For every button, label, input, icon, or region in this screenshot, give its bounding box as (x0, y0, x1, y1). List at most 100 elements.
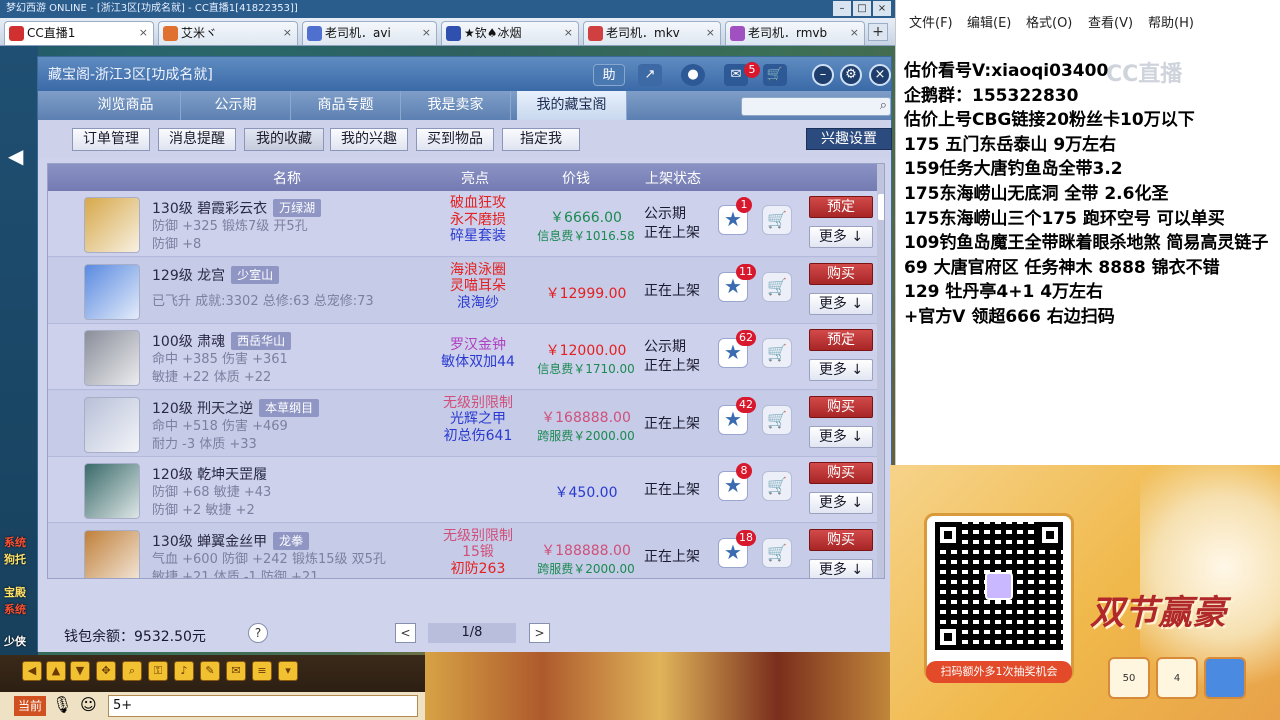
tab-close-icon[interactable]: × (564, 22, 573, 44)
subtab-assigned[interactable]: 指定我 (502, 128, 580, 151)
minimize-icon[interactable]: – (833, 1, 851, 16)
close-icon[interactable]: × (873, 1, 891, 16)
table-row[interactable]: 120级 刑天之逆 本草纲目 命中 +518 伤害 +469 耐力 -3 体质 +33… (48, 390, 877, 457)
notepad-content[interactable]: 估价看号V:xiaoqi03400 企鹅群：155322830 估价上号CBG链接2… (904, 56, 1279, 327)
help-button[interactable]: 助 (593, 64, 625, 86)
tab-avi[interactable]: 老司机．avi × (302, 21, 437, 45)
item-thumbnail[interactable] (84, 463, 140, 519)
tab-topics[interactable]: 商品专题 (291, 91, 401, 120)
menu-help[interactable]: 帮助(H) (1148, 12, 1194, 31)
bell-icon[interactable]: ♪ (174, 661, 194, 681)
table-row[interactable]: 130级 碧霞彩云衣 万绿湖 防御 +325 锻炼7级 开5孔 防御 +8 破血狂攻 永不… (48, 191, 877, 257)
add-to-cart-button[interactable]: 🛒 (762, 271, 792, 302)
promo-item[interactable]: 50 (1108, 657, 1150, 699)
list-icon[interactable]: ≡ (252, 661, 272, 681)
arrow-up-icon[interactable]: ▲ (46, 661, 66, 681)
promo-banner[interactable]: 扫码额外多1次抽奖机会 双节赢豪 50 4 (890, 465, 1280, 720)
help-icon[interactable]: ? (248, 623, 268, 643)
buy-reserve-button[interactable]: 购买 (809, 528, 873, 551)
search-icon[interactable]: ⌕ (880, 98, 887, 113)
item-thumbnail[interactable] (84, 330, 140, 386)
buy-reserve-button[interactable]: 预定 (809, 329, 873, 351)
add-to-cart-button[interactable]: 🛒 (762, 404, 792, 435)
add-to-cart-button[interactable]: 🛒 (762, 338, 792, 368)
item-name[interactable]: 129级 龙宫 少室山 (152, 265, 280, 285)
subtab-interests[interactable]: 我的兴趣 (330, 128, 408, 151)
arrow-left-icon[interactable]: ◀ (22, 661, 42, 681)
table-row[interactable]: 100级 肃魂 西岳华山 命中 +385 伤害 +361 敏捷 +22 体质 +22 罗… (48, 324, 877, 390)
tab-public-period[interactable]: 公示期 (181, 91, 291, 120)
add-to-cart-button[interactable]: 🛒 (762, 205, 792, 235)
tab-ice-smoke[interactable]: ★钦♠冰烟 × (441, 21, 579, 45)
subtab-purchased[interactable]: 买到物品 (416, 128, 494, 151)
more-button[interactable]: 更多 ↓ (809, 359, 873, 381)
dropdown-icon[interactable]: ▾ (278, 661, 298, 681)
left-arrow-icon[interactable]: ◀ (8, 144, 23, 168)
table-row[interactable]: 129级 龙宫 少室山 已飞升 成就:3302 总修:63 总宠修:73 海浪泳圈 灵喵… (48, 257, 877, 324)
favorite-star-button[interactable]: ★ 1 (718, 197, 752, 235)
menu-format[interactable]: 格式(O) (1026, 12, 1072, 31)
promo-item[interactable]: 4 (1156, 657, 1198, 699)
more-button[interactable]: 更多 ↓ (809, 425, 873, 448)
item-thumbnail[interactable] (84, 529, 140, 578)
tab-rmvb[interactable]: 老司机．rmvb × (725, 21, 865, 45)
tab-seller[interactable]: 我是卖家 (401, 91, 511, 120)
interest-settings-button[interactable]: 兴趣设置 (806, 128, 892, 150)
more-button[interactable]: 更多 ↓ (809, 226, 873, 248)
gear-icon[interactable]: ⚙ (840, 64, 862, 86)
phone-prize-icon[interactable] (1204, 657, 1246, 699)
item-thumbnail[interactable] (84, 263, 140, 320)
maximize-icon[interactable]: □ (853, 1, 871, 16)
subtab-favorites[interactable]: 我的收藏 (244, 128, 324, 151)
buy-reserve-button[interactable]: 购买 (809, 462, 873, 484)
subtab-messages[interactable]: 消息提醒 (158, 128, 236, 151)
emoji-icon[interactable]: ☺ (80, 695, 97, 714)
buy-reserve-button[interactable]: 购买 (809, 262, 873, 285)
tab-aimi[interactable]: 艾米ヾ × (158, 21, 298, 45)
search-input[interactable]: ⌕ (741, 97, 891, 116)
favorite-star-button[interactable]: ★ 8 (718, 463, 752, 501)
microphone-icon[interactable]: 🎙 (52, 695, 72, 714)
arrow-down-icon[interactable]: ▼ (70, 661, 90, 681)
item-thumbnail[interactable] (84, 396, 140, 453)
more-button[interactable]: 更多 ↓ (809, 492, 873, 514)
lock-icon[interactable]: ⚿ (148, 661, 168, 681)
tab-close-icon[interactable]: × (283, 22, 292, 44)
chat-bubble-icon[interactable]: ✉ (226, 661, 246, 681)
cart-icon[interactable]: 🛒 (763, 64, 787, 86)
prev-page-button[interactable]: < (395, 623, 416, 643)
subtab-orders[interactable]: 订单管理 (72, 128, 150, 151)
chat-channel-button[interactable]: 当前 (14, 696, 47, 716)
add-to-cart-button[interactable]: 🛒 (762, 537, 792, 568)
more-button[interactable]: 更多 ↓ (809, 558, 873, 578)
tab-close-icon[interactable]: × (850, 22, 859, 44)
minimize-icon[interactable]: – (812, 64, 834, 86)
chat-input[interactable]: 5+ (108, 695, 418, 717)
tab-close-icon[interactable]: × (422, 22, 431, 44)
tab-close-icon[interactable]: × (706, 22, 715, 44)
menu-file[interactable]: 文件(F) (909, 12, 953, 31)
buy-reserve-button[interactable]: 购买 (809, 395, 873, 418)
tab-my-pavilion[interactable]: 我的藏宝阁 (517, 91, 627, 120)
next-page-button[interactable]: > (529, 623, 550, 643)
table-row[interactable]: 120级 乾坤天罡履 防御 +68 敏捷 +43 防御 +2 敏捷 +2 ￥450.0… (48, 457, 877, 523)
tab-browse[interactable]: 浏览商品 (71, 91, 181, 120)
tab-close-icon[interactable]: × (139, 22, 148, 44)
table-row[interactable]: 130级 蝉翼金丝甲 龙拳 气血 +600 防御 +242 锻炼15级 双5孔 敏捷 … (48, 523, 877, 578)
new-tab-button[interactable]: + (868, 23, 888, 41)
game-action-icons-strip[interactable] (425, 648, 895, 720)
move-icon[interactable]: ✥ (96, 661, 116, 681)
add-to-cart-button[interactable]: 🛒 (762, 471, 792, 501)
item-thumbnail[interactable] (84, 197, 140, 253)
share-icon[interactable]: ↗ (638, 64, 662, 86)
favorite-star-button[interactable]: ★ 42 (718, 396, 756, 435)
scrollbar[interactable] (877, 164, 884, 578)
pen-icon[interactable]: ✎ (200, 661, 220, 681)
menu-edit[interactable]: 编辑(E) (967, 12, 1011, 31)
favorite-star-button[interactable]: ★ 18 (718, 529, 756, 568)
menu-view[interactable]: 查看(V) (1088, 12, 1133, 31)
tab-cc-live-1[interactable]: CC直播1 × (4, 21, 154, 45)
close-icon[interactable]: × (869, 64, 891, 86)
search-icon[interactable]: ⌕ (122, 661, 142, 681)
more-button[interactable]: 更多 ↓ (809, 292, 873, 315)
